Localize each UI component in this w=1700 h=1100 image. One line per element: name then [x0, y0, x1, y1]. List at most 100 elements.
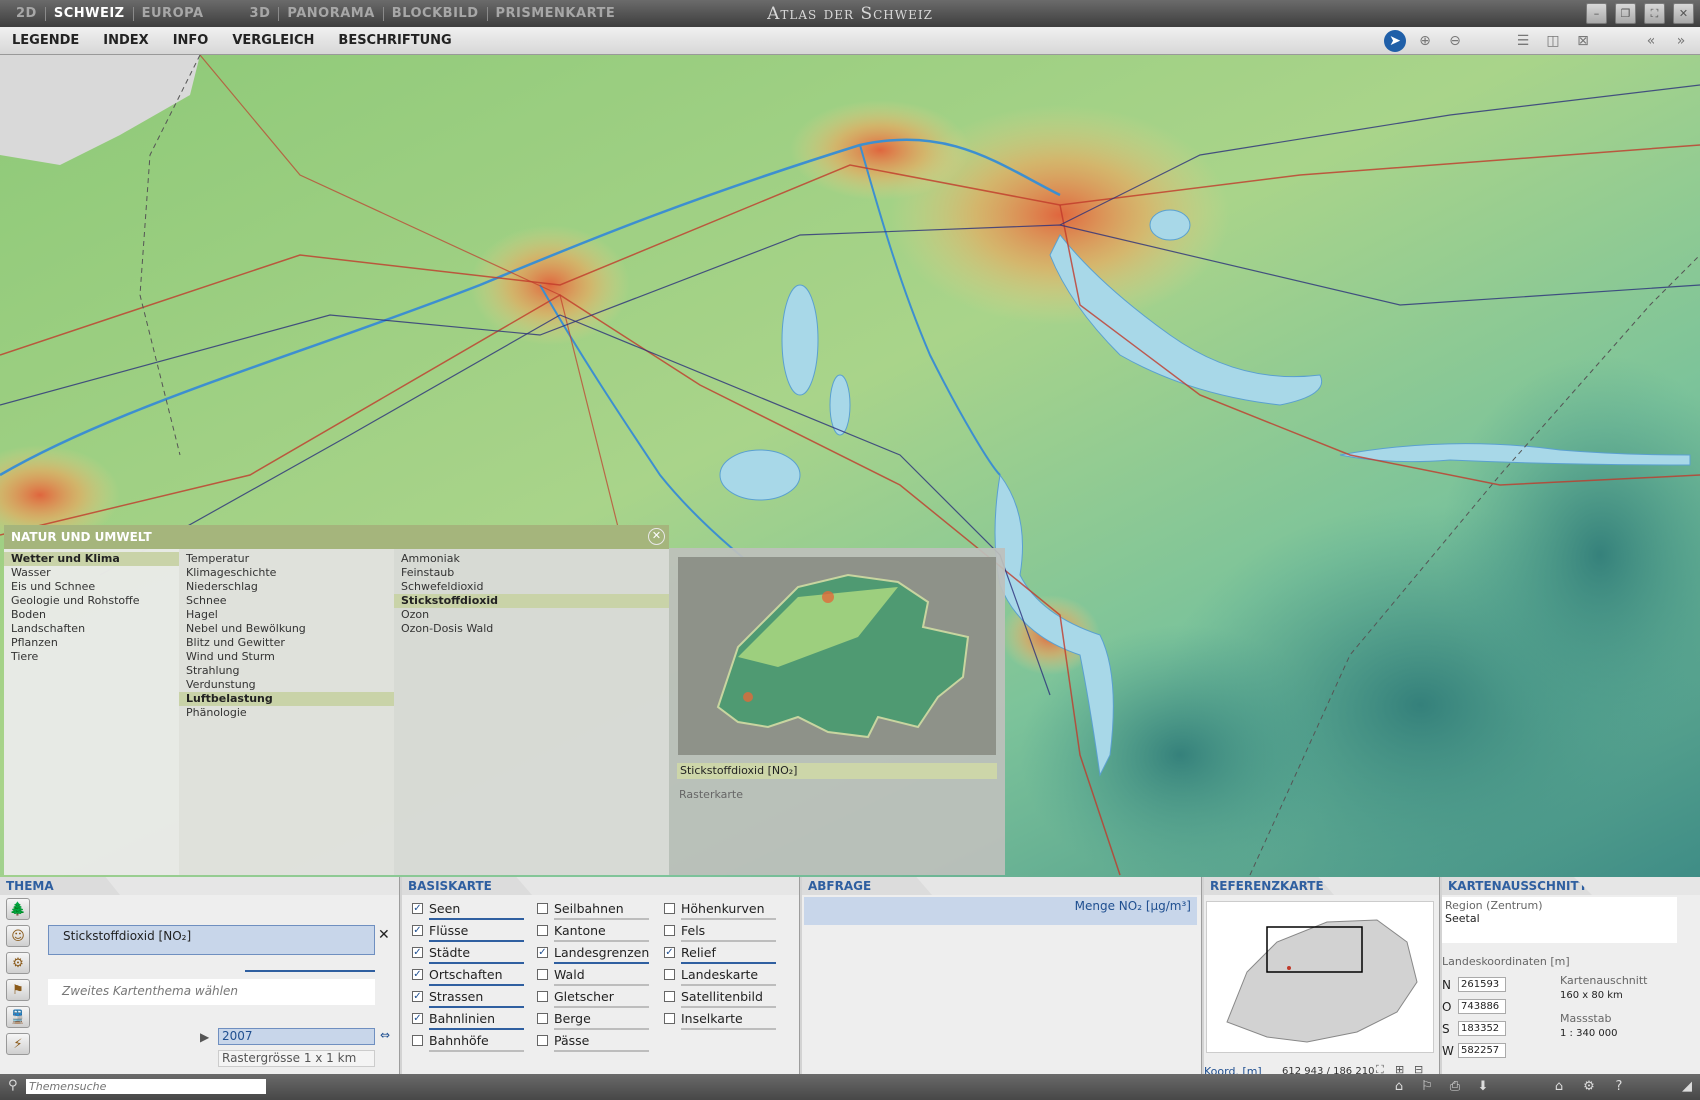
checkbox[interactable] — [664, 969, 675, 980]
checkbox[interactable]: ✓ — [664, 947, 675, 958]
fullscreen-icon[interactable]: ⛶ — [1644, 3, 1665, 24]
tab-basiskarte[interactable]: BASISKARTE — [402, 877, 532, 895]
checkbox[interactable] — [537, 903, 548, 914]
menu-vergleich[interactable]: VERGLEICH — [220, 33, 326, 48]
overview-map[interactable] — [1206, 901, 1434, 1053]
layer-toggle[interactable]: ✓ Relief — [664, 945, 716, 960]
layer-opacity-slider[interactable] — [429, 962, 524, 964]
category-item[interactable]: Eis und Schnee — [4, 580, 179, 594]
checkbox[interactable] — [537, 991, 548, 1002]
overlay-icon[interactable]: ⊠ — [1572, 30, 1594, 52]
checkbox[interactable]: ✓ — [412, 947, 423, 958]
theme-opacity-slider[interactable] — [245, 970, 375, 972]
subcategory-item[interactable]: Blitz und Gewitter — [179, 636, 394, 650]
checkbox[interactable] — [664, 1013, 675, 1024]
layer-toggle[interactable]: Bahnhöfe — [412, 1033, 489, 1048]
layer-toggle[interactable]: ✓ Ortschaften — [412, 967, 503, 982]
layer-toggle[interactable]: Kantone — [537, 923, 606, 938]
layer-opacity-slider[interactable] — [429, 984, 524, 986]
layer-toggle[interactable]: Seilbahnen — [537, 901, 624, 916]
tab-abfrage[interactable]: ABFRAGE — [802, 877, 932, 895]
subcategory-item[interactable]: Luftbelastung — [179, 692, 394, 706]
category-item[interactable]: Boden — [4, 608, 179, 622]
layer-opacity-slider[interactable] — [681, 984, 776, 986]
checkbox[interactable]: ✓ — [412, 969, 423, 980]
subcategory-item[interactable]: Strahlung — [179, 664, 394, 678]
checkbox[interactable] — [664, 903, 675, 914]
subcategory-item[interactable]: Nebel und Bewölkung — [179, 622, 394, 636]
checkbox[interactable] — [537, 1035, 548, 1046]
economy-gear-icon[interactable]: ⚙ — [6, 952, 30, 974]
layer-opacity-slider[interactable] — [429, 1028, 524, 1030]
layer-toggle[interactable]: Pässe — [537, 1033, 589, 1048]
east-value[interactable]: 743886 — [1458, 999, 1506, 1014]
transport-train-icon[interactable]: 🚆 — [6, 1006, 30, 1028]
bookmark-icon[interactable]: ⚐ — [1416, 1077, 1438, 1097]
layer-opacity-slider[interactable] — [681, 940, 776, 942]
checkbox[interactable]: ✓ — [412, 1013, 423, 1024]
resize-grip-icon[interactable]: ◢ — [1676, 1077, 1698, 1097]
layer-toggle[interactable]: Fels — [664, 923, 705, 938]
layer-toggle[interactable]: ✓ Strassen — [412, 989, 483, 1004]
layer-opacity-slider[interactable] — [554, 940, 649, 942]
layer-opacity-slider[interactable] — [429, 940, 524, 942]
category-item[interactable]: Wasser — [4, 566, 179, 580]
back-icon[interactable]: « — [1640, 30, 1662, 52]
layer-toggle[interactable]: ✓ Seen — [412, 901, 460, 916]
layer-opacity-slider[interactable] — [554, 918, 649, 920]
subcategory-item[interactable]: Phänologie — [179, 706, 394, 720]
help-icon[interactable]: ? — [1608, 1077, 1630, 1097]
topic-item[interactable]: Stickstoffdioxid — [394, 594, 669, 608]
layer-toggle[interactable]: ✓ Landesgrenzen — [537, 945, 649, 960]
layer-opacity-slider[interactable] — [429, 918, 524, 920]
layer-opacity-slider[interactable] — [681, 1006, 776, 1008]
tab-thema[interactable]: THEMA — [0, 877, 120, 895]
layer-toggle[interactable]: ✓ Bahnlinien — [412, 1011, 495, 1026]
home-icon[interactable]: ⌂ — [1548, 1077, 1570, 1097]
theme-search-input[interactable] — [26, 1079, 266, 1094]
north-value[interactable]: 261593 — [1458, 977, 1506, 992]
menu-legende[interactable]: LEGENDE — [0, 33, 91, 48]
compare-years-icon[interactable]: ⇔ — [380, 1028, 390, 1042]
checkbox[interactable]: ✓ — [412, 925, 423, 936]
category-item[interactable]: Geologie und Rohstoffe — [4, 594, 179, 608]
menu-index[interactable]: INDEX — [91, 33, 160, 48]
layer-opacity-slider[interactable] — [429, 1006, 524, 1008]
layer-opacity-slider[interactable] — [554, 962, 649, 964]
layer-opacity-slider[interactable] — [681, 918, 776, 920]
layer-opacity-slider[interactable] — [554, 1006, 649, 1008]
subcategory-item[interactable]: Temperatur — [179, 552, 394, 566]
pointer-tool-icon[interactable]: ➤ — [1384, 30, 1406, 52]
tab-referenzkarte[interactable]: REFERENZKARTE — [1204, 877, 1334, 895]
checkbox[interactable]: ✓ — [412, 991, 423, 1002]
second-theme-selector[interactable]: Zweites Kartenthema wählen — [48, 979, 375, 1005]
zoom-out-icon[interactable]: ⊖ — [1444, 30, 1466, 52]
layer-opacity-slider[interactable] — [429, 1050, 524, 1052]
checkbox[interactable] — [537, 925, 548, 936]
checkbox[interactable]: ✓ — [412, 903, 423, 914]
checkbox[interactable] — [412, 1035, 423, 1046]
menu-beschriftung[interactable]: BESCHRIFTUNG — [326, 33, 463, 48]
layer-toggle[interactable]: Höhenkurven — [664, 901, 765, 916]
category-item[interactable]: Pflanzen — [4, 636, 179, 650]
layer-opacity-slider[interactable] — [681, 962, 776, 964]
category-item[interactable]: Wetter und Klima — [4, 552, 179, 566]
checkbox[interactable] — [664, 925, 675, 936]
topic-item[interactable]: Schwefeldioxid — [394, 580, 669, 594]
category-item[interactable]: Landschaften — [4, 622, 179, 636]
subcategory-item[interactable]: Verdunstung — [179, 678, 394, 692]
open-icon[interactable]: ⌂ — [1388, 1077, 1410, 1097]
print-icon[interactable]: ⎙ — [1444, 1077, 1466, 1097]
layer-opacity-slider[interactable] — [554, 1050, 649, 1052]
layer-toggle[interactable]: Wald — [537, 967, 585, 982]
topic-item[interactable]: Ammoniak — [394, 552, 669, 566]
subcategory-item[interactable]: Niederschlag — [179, 580, 394, 594]
category-item[interactable]: Tiere — [4, 650, 179, 664]
layer-opacity-slider[interactable] — [554, 1028, 649, 1030]
layer-toggle[interactable]: ✓ Flüsse — [412, 923, 468, 938]
layer-toggle[interactable]: Berge — [537, 1011, 591, 1026]
topic-item[interactable]: Feinstaub — [394, 566, 669, 580]
play-icon[interactable]: ▶ — [200, 1030, 209, 1044]
nature-tree-icon[interactable]: 🌲 — [6, 898, 30, 920]
layer-toggle[interactable]: Satellitenbild — [664, 989, 763, 1004]
